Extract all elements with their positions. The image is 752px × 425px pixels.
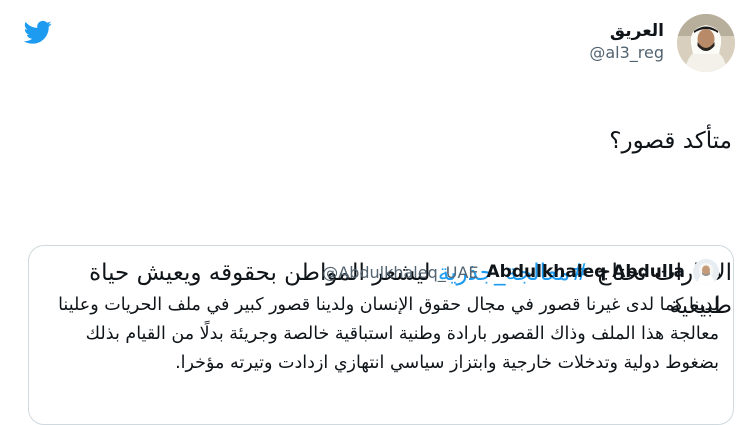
quoted-author-avatar[interactable]	[693, 259, 719, 285]
author-name[interactable]: العريق	[589, 20, 664, 42]
quoted-author-name[interactable]: Abdulkhaleq Abdulla	[487, 262, 685, 282]
quoted-tweet-header: @Abdulkhaleq_UAE Abdulkhaleq Abdulla	[322, 258, 719, 286]
author-avatar[interactable]	[677, 14, 735, 72]
tweet-text-line1: متأكد قصور؟	[609, 128, 732, 154]
quoted-author-handle[interactable]: @Abdulkhaleq_UAE	[322, 263, 478, 282]
author-info: العريق @al3_reg	[589, 20, 664, 64]
quoted-tweet-text: لدينا كما لدى غيرنا قصور في مجال حقوق ال…	[58, 295, 719, 373]
person-icon	[677, 14, 735, 72]
tweet-text-spacer	[20, 191, 732, 224]
person-icon	[693, 259, 719, 285]
quoted-tweet[interactable]: @Abdulkhaleq_UAE Abdulkhaleq Abdulla لدي…	[28, 245, 734, 425]
twitter-bird-icon[interactable]	[22, 18, 54, 46]
author-handle[interactable]: @al3_reg	[589, 42, 664, 64]
